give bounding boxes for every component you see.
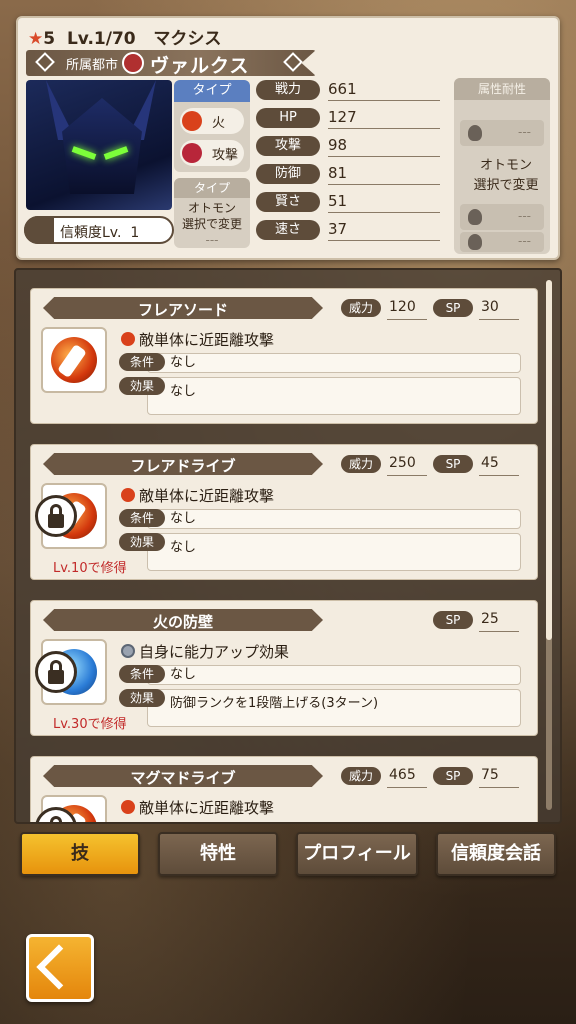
tab-skills[interactable]: 技: [20, 832, 140, 876]
otomon-hint: オトモン 選択で変更 ---: [181, 201, 242, 247]
resistance-row: ---: [460, 232, 544, 252]
skill-description: 敵単体に近距離攻撃: [121, 329, 274, 350]
condition-box: なし: [147, 509, 521, 529]
type-header: タイプ: [174, 80, 250, 102]
element-type: 火: [180, 108, 244, 134]
tab-profile[interactable]: プロフィール: [296, 832, 418, 876]
effect-label: 効果: [119, 377, 165, 395]
power-value: 465: [389, 767, 416, 783]
otomon-type-header: タイプ: [174, 178, 250, 198]
resistance-hint: オトモン 選択で変更: [473, 158, 539, 193]
learn-level: Lv.10で修得: [53, 561, 127, 576]
monster-portrait: [26, 80, 172, 210]
otomon-type-box: タイプ オトモン 選択で変更 ---: [174, 178, 250, 248]
skill-icon-frame: [41, 327, 107, 393]
fire-icon: [121, 332, 135, 346]
power-label: 威力: [341, 299, 381, 317]
condition-box: なし: [147, 353, 521, 373]
sp-label: SP: [433, 767, 473, 785]
fire-icon: [121, 800, 135, 814]
monster-name: マクシス: [153, 29, 222, 49]
sp-value: 45: [481, 455, 499, 471]
city-crest-icon: [122, 52, 144, 74]
condition-label: 条件: [119, 353, 165, 371]
effect-box: なし: [147, 533, 521, 571]
skill-description: 自身に能力アップ効果: [121, 641, 289, 662]
title-line: ★5 Lv.1/70 マクシス: [28, 24, 221, 49]
diamond-icon: [283, 52, 303, 72]
effect-box: 防御ランクを1段階上げる(3ターン): [147, 689, 521, 727]
tab-trust-talk[interactable]: 信頼度会話: [436, 832, 556, 876]
sp-label: SP: [433, 611, 473, 629]
back-button[interactable]: [26, 934, 94, 1002]
back-arrow-icon: [36, 944, 82, 990]
sp-label: SP: [433, 455, 473, 473]
power-value: 120: [389, 299, 416, 315]
effect-label: 効果: [119, 689, 165, 707]
type-box: タイプ 火 攻撃: [174, 80, 250, 172]
skill-name-banner: フレアドライブ: [43, 453, 323, 475]
fire-icon: [182, 111, 202, 131]
skill-card[interactable]: 火の防壁 SP 25 Lv.30で修得 自身に能力アップ効果 なし 条件 防御ラ…: [30, 600, 538, 736]
tab-traits[interactable]: 特性: [158, 832, 278, 876]
condition-label: 条件: [119, 665, 165, 683]
resistance-header: 属性耐性: [454, 78, 550, 100]
role-type: 攻撃: [180, 140, 244, 166]
city-banner: 所属都市 ヴァルクス: [26, 50, 316, 76]
resistance-row: ---: [460, 204, 544, 230]
effect-label: 効果: [119, 533, 165, 551]
condition-label: 条件: [119, 509, 165, 527]
power-label: 威力: [341, 767, 381, 785]
resistance-row: ---: [460, 120, 544, 146]
rarity: 5: [43, 29, 56, 49]
skill-description: 敵単体に近距離攻撃: [121, 485, 274, 506]
condition-box: なし: [147, 665, 521, 685]
stat-hp: HP 127: [256, 106, 446, 130]
lock-icon: [35, 495, 77, 537]
fire-icon: [121, 488, 135, 502]
sp-value: 25: [481, 611, 499, 627]
stat-power: 戦力 661: [256, 78, 446, 102]
skill-name-banner: フレアソード: [43, 297, 323, 319]
stat-attack: 攻撃 98: [256, 134, 446, 158]
scrollbar-thumb[interactable]: [546, 280, 552, 640]
fire-resist-icon: [468, 125, 482, 141]
stat-defense: 防御 81: [256, 162, 446, 186]
learn-level: Lv.30で修得: [53, 717, 127, 732]
skill-name-banner: マグマドライブ: [43, 765, 323, 787]
stat-speed: 速さ 37: [256, 218, 446, 242]
diamond-icon: [35, 52, 55, 72]
buff-icon: [121, 644, 135, 658]
sp-label: SP: [433, 299, 473, 317]
sp-value: 30: [481, 299, 499, 315]
skill-card[interactable]: フレアソード 威力 120 SP 30 敵単体に近距離攻撃 なし 条件 なし 効…: [30, 288, 538, 424]
dark-resist-icon: [468, 234, 482, 250]
skill-name-banner: 火の防壁: [43, 609, 323, 631]
monster-info-card: ★5 Lv.1/70 マクシス 所属都市 ヴァルクス 信頼度Lv. 1 タイプ …: [16, 16, 560, 260]
star-icon: ★: [28, 29, 44, 49]
city-label: 所属都市: [66, 58, 119, 73]
lock-icon: [35, 651, 77, 693]
earth-resist-icon: [468, 209, 482, 225]
attack-icon: [182, 143, 202, 163]
stat-wisdom: 賢さ 51: [256, 190, 446, 214]
level: Lv.1/70: [66, 29, 136, 49]
trust-level-badge: 信頼度Lv. 1: [24, 216, 174, 244]
trust-heart-icon: [24, 216, 54, 244]
sp-value: 75: [481, 767, 499, 783]
skill-card[interactable]: フレアドライブ 威力 250 SP 45 Lv.10で修得 敵単体に近距離攻撃 …: [30, 444, 538, 580]
flame-sword-icon: [51, 337, 97, 383]
city-name: ヴァルクス: [150, 55, 250, 77]
effect-box: なし: [147, 377, 521, 415]
power-value: 250: [389, 455, 416, 471]
power-label: 威力: [341, 455, 381, 473]
skill-card[interactable]: マグマドライブ 威力 465 SP 75 敵単体に近距離攻撃: [30, 756, 538, 822]
skill-list[interactable]: フレアソード 威力 120 SP 30 敵単体に近距離攻撃 なし 条件 なし 効…: [14, 268, 562, 824]
skill-description: 敵単体に近距離攻撃: [121, 797, 274, 818]
trust-label: 信頼度Lv. 1: [60, 225, 140, 241]
